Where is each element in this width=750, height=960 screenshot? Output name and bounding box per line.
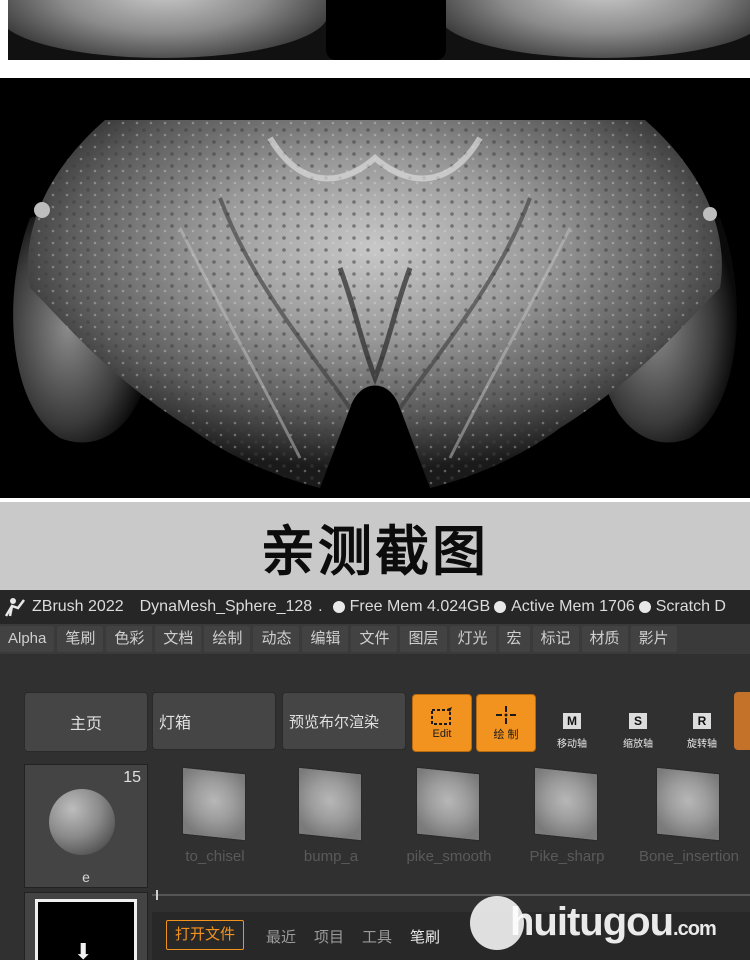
tab-tool[interactable]: 工具 [362, 926, 392, 947]
brush-label: e [82, 869, 90, 885]
watermark: huitugou.com [470, 896, 750, 956]
menu-dynamics[interactable]: 动态 [253, 626, 300, 652]
draw-crosshair-icon [496, 706, 516, 724]
edit-icon [431, 707, 452, 725]
watermark-name: huitugou [510, 900, 674, 944]
bpr-preview-button[interactable]: 预览布尔渲染 [282, 692, 406, 750]
menu-brush[interactable]: 笔刷 [57, 626, 104, 652]
current-brush-slot[interactable]: 15 e [24, 764, 148, 888]
alpha-item[interactable]: pike_smooth [390, 766, 508, 878]
move-axis-button[interactable]: M 移动轴 [544, 694, 600, 750]
menu-color[interactable]: 色彩 [106, 626, 153, 652]
title-bar: ZBrush 2022 DynaMesh_Sphere_128 . Free M… [0, 590, 750, 624]
menu-draw[interactable]: 绘制 [204, 626, 251, 652]
menu-file[interactable]: 文件 [351, 626, 398, 652]
tab-brush[interactable]: 笔刷 [410, 926, 440, 947]
menu-bar: Alpha 笔刷 色彩 文档 绘制 动态 编辑 文件 图层 灯光 宏 标记 材质… [0, 624, 750, 654]
active-mem: Active Mem 1706 [511, 598, 635, 615]
scale-key-icon: S [629, 713, 647, 729]
menu-material[interactable]: 材质 [581, 626, 628, 652]
brush-count: 15 [123, 769, 141, 786]
alpha-item[interactable]: to_chisel [156, 766, 274, 878]
menu-document[interactable]: 文档 [155, 626, 202, 652]
alpha-thumbnail [534, 766, 598, 842]
alpha-thumbnail [416, 766, 480, 842]
project-name: DynaMesh_Sphere_128 [139, 598, 313, 615]
rotate-key-icon: R [693, 713, 711, 729]
alpha-thumbnail [656, 766, 720, 842]
alpha-item[interactable]: Pike_sharp [508, 766, 626, 878]
menu-edit[interactable]: 编辑 [302, 626, 349, 652]
scale-axis-button[interactable]: S 缩放轴 [610, 694, 666, 750]
sculpt-preview-top [0, 0, 750, 75]
alpha-item[interactable]: bump_a [272, 766, 390, 878]
open-file-button[interactable]: 打开文件 [166, 920, 245, 950]
alpha-thumbnail [182, 766, 246, 842]
tab-recent[interactable]: 最近 [266, 926, 296, 947]
texture-slot[interactable]: ⬇ [24, 892, 148, 960]
scroll-marker[interactable] [156, 890, 158, 900]
edit-button[interactable]: Edit [412, 694, 472, 752]
rotate-axis-button[interactable]: R 旋转轴 [674, 694, 730, 750]
draw-button[interactable]: 绘 制 [476, 694, 536, 752]
tab-project[interactable]: 项目 [314, 926, 344, 947]
menu-alpha[interactable]: Alpha [0, 626, 55, 652]
active-mem-dot-icon [494, 601, 507, 613]
caption-band: 亲测截图 [0, 502, 750, 590]
menu-layer[interactable]: 图层 [400, 626, 447, 652]
free-mem-dot-icon [332, 601, 345, 613]
menu-macro[interactable]: 宏 [498, 626, 530, 652]
menu-light[interactable]: 灯光 [449, 626, 496, 652]
arrow-down-icon: ⬇ [74, 939, 93, 960]
scratch-disk: Scratch D [655, 598, 726, 615]
sculpt-render-image [0, 78, 750, 498]
alpha-thumbnail [298, 766, 362, 842]
extra-toolbar-button[interactable] [734, 692, 750, 750]
brush-preview-sphere-icon [49, 789, 115, 855]
home-button[interactable]: 主页 [24, 692, 148, 752]
move-key-icon: M [563, 713, 581, 729]
lightbox-button[interactable]: 灯箱 [152, 692, 276, 750]
caption-title: 亲测截图 [261, 519, 489, 583]
scratch-dot-icon [638, 601, 651, 613]
zbrush-logo-icon [4, 598, 25, 617]
alpha-item[interactable]: Bone_insertion [630, 766, 748, 878]
free-mem: Free Mem 4.024GB [349, 598, 491, 615]
menu-movie[interactable]: 影片 [630, 626, 677, 652]
watermark-suffix: .com [673, 918, 717, 940]
app-name: ZBrush 2022 [32, 598, 124, 615]
menu-marker[interactable]: 标记 [532, 626, 579, 652]
